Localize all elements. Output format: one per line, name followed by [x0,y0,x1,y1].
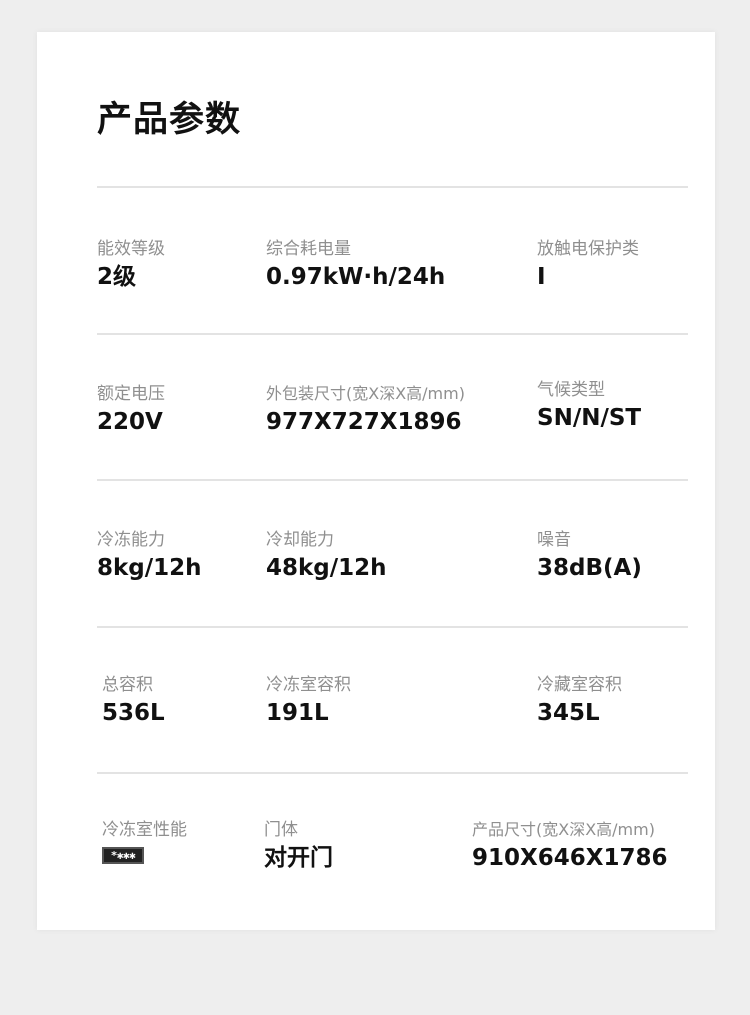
divider [97,479,688,481]
spec-value: 191L [266,700,329,726]
spec-value: SN/N/ST [537,405,642,431]
spec-shock-protection: 放触电保护类 I [537,238,639,292]
spec-noise: 噪音 38dB(A) [537,529,642,583]
spec-value: 536L [102,700,165,726]
spec-label: 冷却能力 [266,530,334,550]
spec-value: 345L [537,700,600,726]
spec-label: 能效等级 [97,239,165,259]
spec-freezer-volume: 冷冻室容积 191L [266,674,351,728]
spec-cooling-capacity: 冷却能力 48kg/12h [266,529,387,583]
spec-value: 8kg/12h [97,555,202,581]
spec-product-size: 产品尺寸(宽X深X高/mm) 910X646X1786 [472,819,668,873]
spec-climate-type: 气候类型 SN/N/ST [537,379,641,433]
spec-door-type: 门体 对开门 [264,819,333,873]
spec-label: 额定电压 [97,384,165,404]
spec-value: 220V [97,409,163,435]
divider [97,333,688,335]
spec-package-size: 外包装尺寸(宽X深X高/mm) 977X727X1896 [266,383,465,437]
spec-value: 2级 [97,264,137,290]
spec-label: 冷冻能力 [97,530,165,550]
spec-label: 产品尺寸(宽X深X高/mm) [472,820,655,839]
divider [97,772,688,774]
freezer-star-rating-icon: *✱✱✱ [102,847,144,864]
spec-rated-voltage: 额定电压 220V [97,383,165,437]
spec-label: 气候类型 [537,380,605,400]
spec-label: 冷冻室性能 [102,820,187,840]
page-title: 产品参数 [97,100,242,140]
spec-value: I [537,264,546,290]
spec-label: 放触电保护类 [537,239,639,259]
spec-freezing-capacity: 冷冻能力 8kg/12h [97,529,202,583]
spec-label: 总容积 [102,675,153,695]
spec-energy-grade: 能效等级 2级 [97,238,165,292]
spec-value: 977X727X1896 [266,409,462,435]
spec-value: 910X646X1786 [472,845,668,871]
spec-label: 噪音 [537,530,571,550]
spec-value: 38dB(A) [537,555,642,581]
divider [97,186,688,188]
spec-card [37,32,715,930]
spec-value: 0.97kW·h/24h [266,264,446,290]
spec-total-volume: 总容积 536L [102,674,165,728]
spec-label: 门体 [264,820,298,840]
spec-label: 冷藏室容积 [537,675,622,695]
spec-fridge-volume: 冷藏室容积 345L [537,674,622,728]
divider [97,626,688,628]
spec-label: 冷冻室容积 [266,675,351,695]
spec-label: 外包装尺寸(宽X深X高/mm) [266,384,465,403]
spec-value: 48kg/12h [266,555,387,581]
spec-power-consumption: 综合耗电量 0.97kW·h/24h [266,238,445,292]
spec-freezer-performance: 冷冻室性能 *✱✱✱ [102,819,187,864]
spec-label: 综合耗电量 [266,239,351,259]
spec-value: 对开门 [264,845,333,871]
